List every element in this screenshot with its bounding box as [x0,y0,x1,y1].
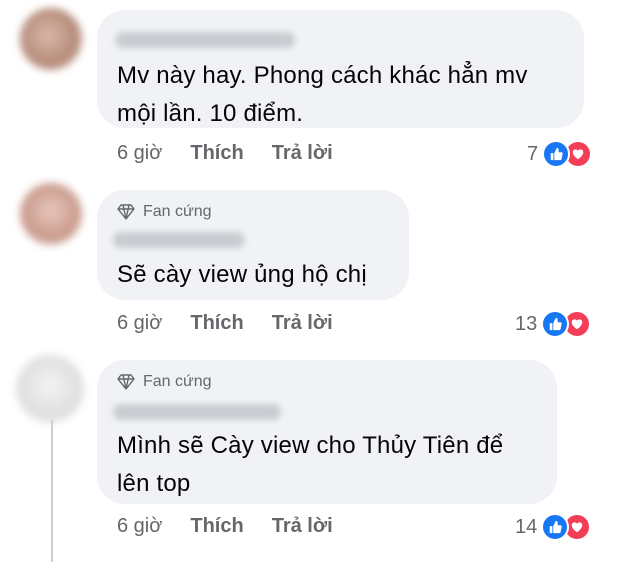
comment-text: Sẽ cày view ủng hộ chị [117,261,367,288]
timestamp[interactable]: 6 giờ [117,312,162,335]
avatar[interactable] [20,8,82,70]
diamond-icon [117,374,135,390]
diamond-icon [117,204,135,220]
reply-button[interactable]: Trả lời [272,515,333,538]
timestamp[interactable]: 6 giờ [117,142,162,165]
fan-badge: Fan cứng [117,373,212,391]
reaction-count: 7 [527,142,539,165]
avatar[interactable] [20,183,82,245]
comment-text: Mình sẽ Cày view cho Thủy Tiên để lên to… [117,432,504,497]
like-icon [541,513,570,541]
avatar[interactable] [16,355,84,423]
comment-text: Mv này hay. Phong cách khác hẳn mv mội l… [117,62,528,127]
reaction-count: 13 [515,312,538,335]
reply-button[interactable]: Trả lời [272,142,333,165]
commenter-name[interactable] [113,232,245,248]
reaction-summary[interactable]: 7 [527,140,593,168]
like-icon [542,140,571,168]
comment-bubble: Mv này hay. Phong cách khác hẳn mv mội l… [97,10,584,128]
comment-actions: 6 giờ Thích Trả lời [117,515,361,538]
thread-line [51,420,53,562]
comment-bubble: Fan cứng Mình sẽ Cày view cho Thủy Tiên … [97,360,557,504]
like-icon [541,310,570,338]
comment-actions: 6 giờ Thích Trả lời [117,142,361,165]
commenter-name[interactable] [113,404,281,420]
like-button[interactable]: Thích [190,515,243,538]
reply-button[interactable]: Trả lời [272,312,333,335]
timestamp[interactable]: 6 giờ [117,515,162,538]
fan-badge: Fan cứng [117,203,212,221]
comment-bubble: Fan cứng Sẽ cày view ủng hộ chị [97,190,409,300]
like-button[interactable]: Thích [190,142,243,165]
commenter-name[interactable] [115,32,295,48]
reaction-count: 14 [515,515,538,538]
badge-label: Fan cứng [143,373,212,390]
reaction-summary[interactable]: 13 [515,310,592,338]
comment-actions: 6 giờ Thích Trả lời [117,312,361,335]
reaction-summary[interactable]: 14 [515,513,592,541]
like-button[interactable]: Thích [190,312,243,335]
badge-label: Fan cứng [143,203,212,220]
